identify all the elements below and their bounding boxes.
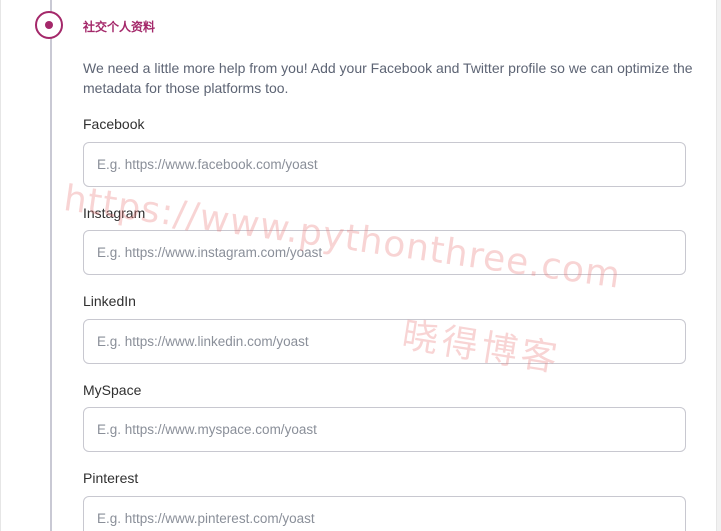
instagram-input[interactable]	[83, 230, 686, 275]
step-timeline	[50, 0, 52, 531]
facebook-label: Facebook	[83, 116, 145, 132]
linkedin-label: LinkedIn	[83, 293, 136, 309]
pinterest-input[interactable]	[83, 496, 686, 531]
instagram-label: Instagram	[83, 205, 146, 221]
myspace-label: MySpace	[83, 382, 142, 398]
step-description: We need a little more help from you! Add…	[83, 60, 693, 96]
step-title: 社交个人资料	[83, 20, 156, 34]
facebook-input[interactable]	[83, 142, 686, 187]
pinterest-label: Pinterest	[83, 470, 139, 486]
configuration-panel: 社交个人资料 We need a little more help from y…	[0, 0, 717, 531]
linkedin-input[interactable]	[83, 319, 686, 364]
myspace-input[interactable]	[83, 407, 686, 452]
step-indicator-icon	[35, 11, 63, 39]
step-indicator-dot	[45, 21, 53, 29]
